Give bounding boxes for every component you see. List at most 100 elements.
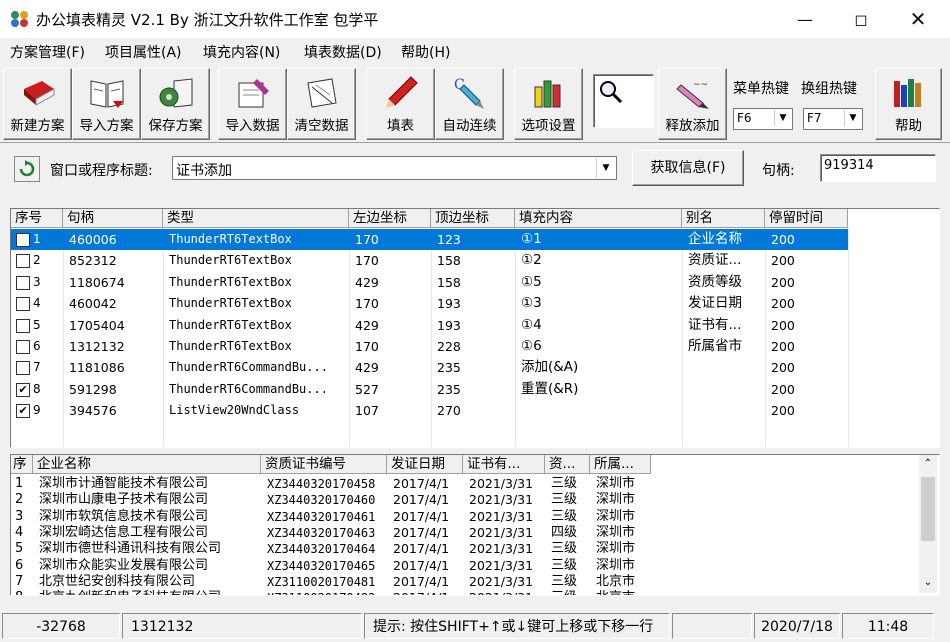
release-add-button[interactable]: ~~ 释放添加 — [658, 68, 727, 140]
window-title-combo[interactable]: 证书添加 ▼ — [172, 156, 617, 180]
cell-handle: 1180674 — [69, 274, 125, 290]
cell-type: ThunderRT6TextBox — [163, 229, 349, 250]
list-item[interactable]: 4 深圳宏崎达信息工程有限公司 XZ3440320170463 2017/4/1 202… — [11, 525, 651, 541]
refresh-icon — [19, 160, 35, 177]
minimize-icon[interactable]: — — [777, 0, 833, 38]
menu-item-properties[interactable]: 项目属性(A) — [105, 42, 182, 62]
chevron-down-icon[interactable]: ▼ — [844, 110, 861, 126]
data-cell: 深圳宏崎达信息工程有限公司 — [39, 524, 209, 540]
auto-continue-button[interactable]: C 自动连续 — [435, 68, 504, 140]
column-header[interactable]: 类型 — [163, 209, 349, 228]
import-data-button[interactable]: 导入数据 — [218, 68, 287, 140]
import-plan-button[interactable]: 导入方案 — [72, 68, 141, 140]
column-header[interactable]: 别名 — [682, 209, 765, 228]
status-date: 2020/7/18 — [754, 613, 840, 639]
column-header[interactable]: 序 — [11, 455, 33, 474]
table-row[interactable]: 5 1705404 ThunderRT6TextBox 429 193 ①4 证书有... 2… — [11, 315, 847, 336]
target-picker[interactable] — [593, 74, 654, 128]
title-bar: 办公填表精灵 V2.1 By 浙江文升软件工作室 包学平 — ◻ ✕ — [0, 0, 950, 38]
column-header[interactable]: 序号 — [11, 209, 63, 228]
cell-alias: 资质等级 — [688, 273, 742, 290]
chevron-down-icon[interactable]: ⌄ — [919, 576, 937, 590]
list-item[interactable]: 5 深圳市德世科通讯科技有限公司 XZ3440320170464 2017/4/1 20… — [11, 541, 651, 557]
handle-field[interactable]: 919314 — [820, 154, 936, 182]
table-row[interactable]: 2 852312 ThunderRT6TextBox 170 158 ①2 资质证... 20… — [11, 250, 847, 271]
maximize-icon[interactable]: ◻ — [833, 0, 889, 38]
table-row[interactable]: ✔ 9 394576 ListView20WndClass 107 270 200 — [11, 400, 847, 421]
list-item[interactable]: 2 深圳市山康电子技术有限公司 XZ3440320170460 2017/4/1 202… — [11, 492, 651, 508]
cell-top: 193 — [437, 317, 461, 333]
column-header[interactable]: 顶边坐标 — [431, 209, 515, 228]
help-button[interactable]: 帮助 — [875, 68, 942, 140]
cell-content: ①5 — [521, 273, 542, 290]
data-cell: 4 — [15, 524, 24, 540]
cell-type: ThunderRT6TextBox — [169, 253, 292, 268]
row-checkbox[interactable] — [16, 233, 30, 247]
data-table[interactable]: 序 企业名称 资质证书编号 发证日期 证书有... 资... 所属... 1 深圳… — [10, 454, 940, 596]
cell-delay: 200 — [771, 253, 795, 269]
column-header[interactable]: 发证日期 — [387, 455, 463, 474]
get-info-button[interactable]: 获取信息(F) — [632, 150, 744, 186]
table-row[interactable]: 4 460042 ThunderRT6TextBox 170 193 ①3 发证日期 200 — [11, 293, 847, 314]
menu-fill-data[interactable]: 填表数据(D) — [304, 42, 382, 62]
cell-delay: 200 — [771, 381, 795, 397]
disk-book-icon — [159, 78, 192, 108]
items-table[interactable]: 序号 句柄 类型 左边坐标 顶边坐标 填充内容 别名 停留时间 1 460006 T… — [10, 208, 940, 448]
table-row[interactable]: 6 1312132 ThunderRT6TextBox 170 228 ①6 所属省市 200 — [11, 336, 847, 357]
scrollbar-thumb[interactable] — [921, 477, 935, 541]
data-cell: 5 — [15, 541, 24, 557]
cell-left: 170 — [355, 253, 379, 269]
document-pen-icon — [238, 79, 269, 108]
chevron-down-icon[interactable]: ▼ — [596, 158, 615, 178]
data-cell: 8 — [11, 590, 33, 595]
window-title: 办公填表精灵 V2.1 By 浙江文升软件工作室 包学平 — [36, 11, 379, 29]
data-cell: 三级 — [551, 492, 578, 508]
menu-fill-content[interactable]: 填充内容(N) — [203, 42, 280, 62]
menu-plan-management[interactable]: 方案管理(F) — [10, 42, 85, 62]
chevron-up-icon[interactable]: ⌃ — [919, 457, 937, 471]
column-header[interactable]: 资质证书编号 — [261, 455, 387, 474]
column-header[interactable]: 企业名称 — [33, 455, 261, 474]
cell-left: 170 — [355, 296, 379, 312]
save-plan-button[interactable]: 保存方案 — [141, 68, 210, 140]
data-cell: 深圳市众能实业发展有限公司 — [39, 557, 209, 573]
cell-delay: 200 — [765, 229, 848, 250]
column-header[interactable]: 句柄 — [63, 209, 163, 228]
clear-data-button[interactable]: 清空数据 — [287, 68, 356, 140]
column-header[interactable]: 资... — [545, 455, 590, 474]
new-plan-button[interactable]: 新建方案 — [3, 68, 72, 140]
list-item[interactable]: 6 深圳市众能实业发展有限公司 XZ3440320170465 2017/4/1 202… — [11, 558, 651, 574]
data-cell: 7 — [15, 573, 24, 589]
refresh-button[interactable] — [14, 156, 40, 182]
data-cell: 2021/3/31 — [469, 573, 534, 589]
fill-button[interactable]: 填表 — [366, 68, 435, 140]
options-button[interactable]: 选项设置 — [514, 68, 583, 140]
column-header[interactable]: 填充内容 — [515, 209, 682, 228]
list-item[interactable]: 8北京九创新和电子科技有限公司XZ31100201704822017/4/120… — [11, 590, 651, 595]
column-header[interactable]: 左边坐标 — [349, 209, 431, 228]
table-row[interactable]: 1 460006 ThunderRT6TextBox 170 123 ①1 企业名称 200 — [11, 229, 848, 250]
status-coordinate: -32768 — [2, 613, 120, 639]
column-header[interactable]: 证书有... — [463, 455, 545, 474]
table-row[interactable]: 7 1181086 ThunderRT6CommandBu... 429 235 添加(&… — [11, 357, 847, 378]
books-icon — [893, 79, 921, 107]
list-item[interactable]: 1 深圳市计通智能技术有限公司 XZ3440320170458 2017/4/1 202… — [11, 476, 651, 492]
close-icon[interactable]: ✕ — [890, 0, 946, 38]
pencil-icon — [385, 76, 418, 108]
cell-delay: 200 — [771, 317, 795, 333]
list-item[interactable]: 3 深圳市软筑信息技术有限公司 XZ3440320170461 2017/4/1 202… — [11, 509, 651, 525]
menu-help[interactable]: 帮助(H) — [401, 42, 450, 62]
table-row[interactable]: ✔ 8 591298 ThunderRT6CommandBu... 527 235 重置(&… — [11, 379, 847, 400]
menu-hotkey-select[interactable]: F6 ▼ — [733, 108, 793, 130]
vertical-scrollbar[interactable]: ⌃ ⌄ — [919, 455, 937, 593]
column-header[interactable]: 停留时间 — [765, 209, 848, 228]
group-hotkey-select[interactable]: F7 ▼ — [803, 108, 863, 130]
list-item[interactable]: 7 北京世纪安创科技有限公司 XZ3110020170481 2017/4/1 2021… — [11, 574, 651, 590]
column-header[interactable]: 所属... — [590, 455, 651, 474]
marker-icon: ~~ — [675, 80, 709, 109]
chevron-down-icon[interactable]: ▼ — [774, 110, 791, 126]
cell-left: 170 — [355, 339, 379, 354]
table-row[interactable]: 3 1180674 ThunderRT6TextBox 429 158 ①5 资质等级 200 — [11, 272, 847, 293]
status-spacer — [672, 613, 752, 639]
cell-type: ThunderRT6TextBox — [169, 274, 292, 289]
